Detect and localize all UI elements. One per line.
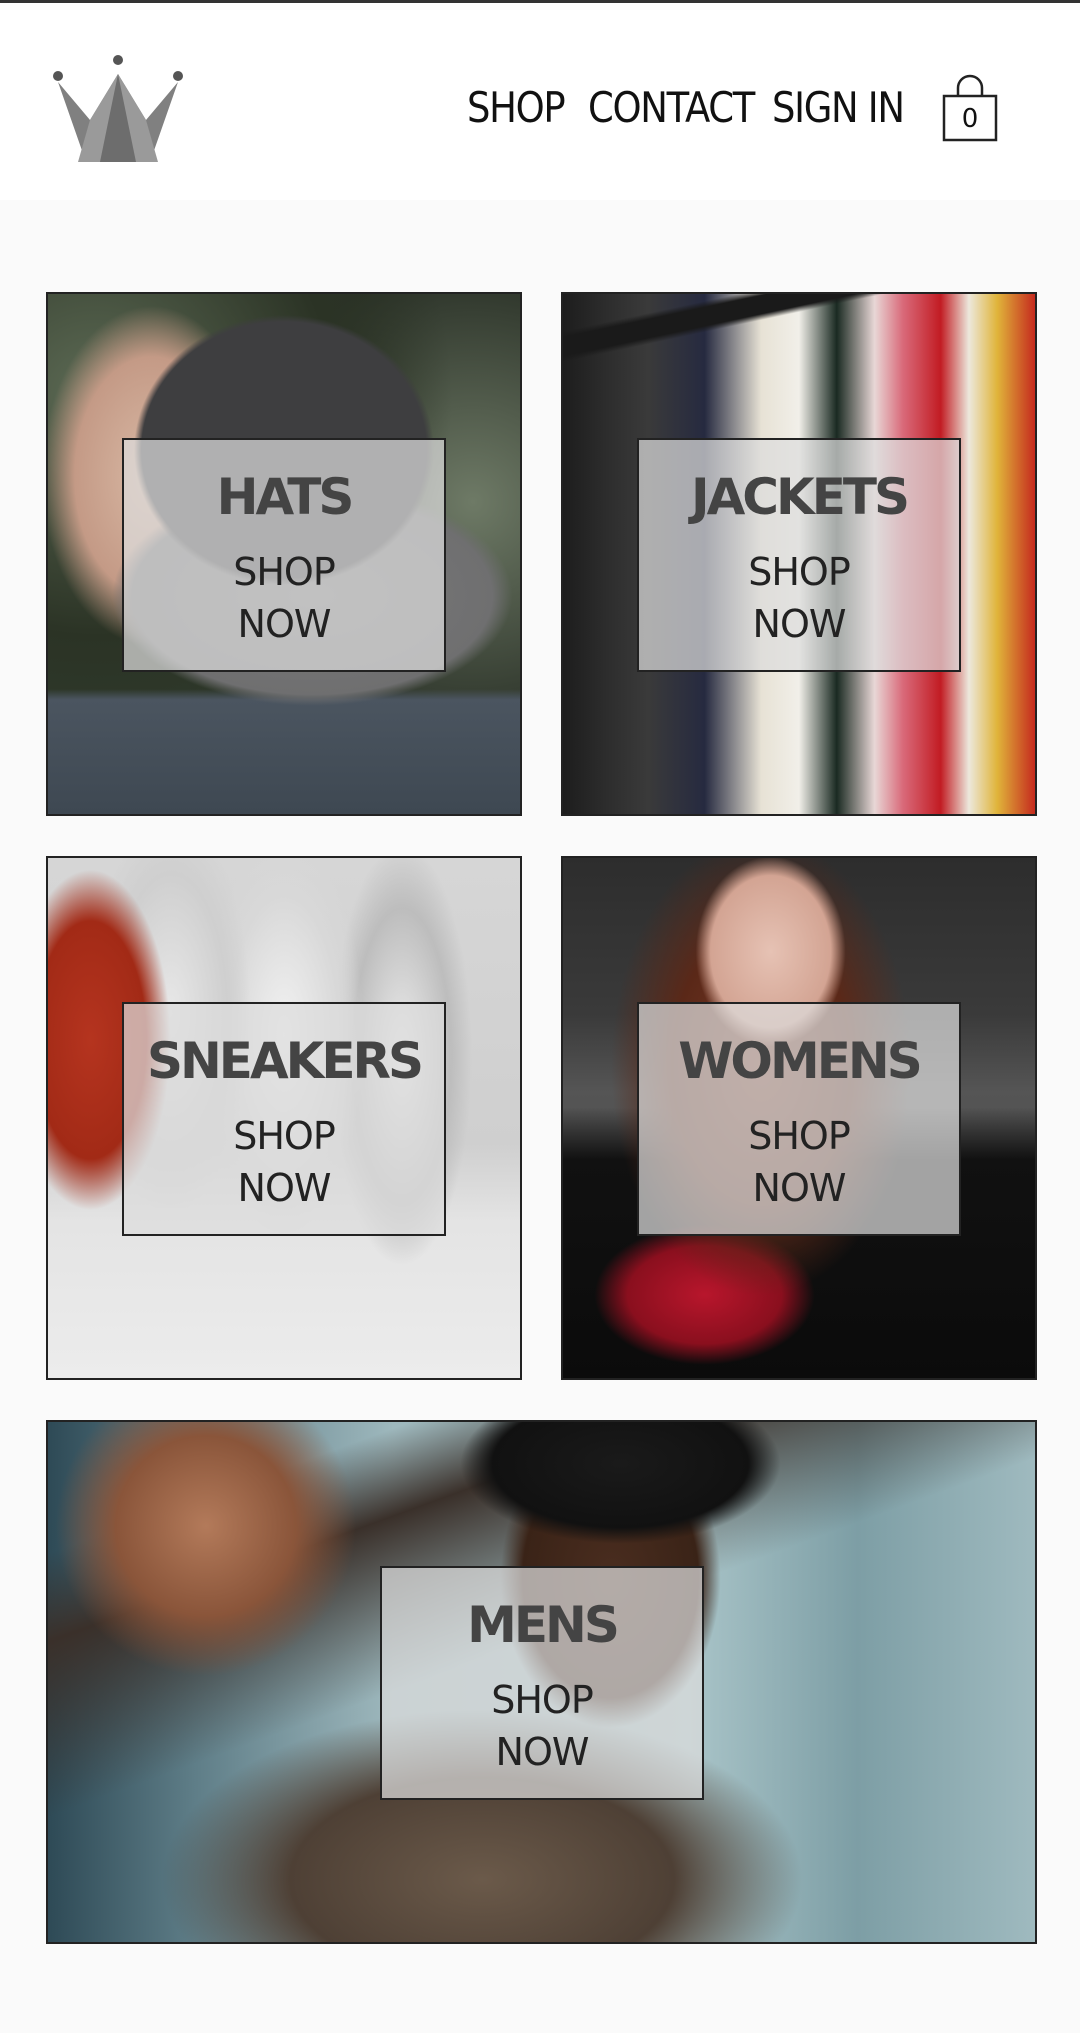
shop-now-line-2: NOW xyxy=(237,602,332,646)
category-title: MENS xyxy=(467,1596,620,1654)
category-tile-mens[interactable]: MENS SHOP NOW xyxy=(46,1420,1037,1944)
shop-now-line-1: SHOP xyxy=(233,550,336,594)
shop-now-line-2: NOW xyxy=(752,1166,847,1210)
crown-logo[interactable] xyxy=(50,52,186,162)
shop-now-line-1: SHOP xyxy=(491,1678,594,1722)
category-title: SNEAKERS xyxy=(146,1032,424,1090)
shop-now-line-2: NOW xyxy=(495,1730,590,1774)
category-card-mens: MENS SHOP NOW xyxy=(380,1566,704,1800)
shop-now-label[interactable]: SHOP NOW xyxy=(639,546,959,650)
cart-button[interactable]: 0 xyxy=(940,74,1000,142)
category-card-sneakers: SNEAKERS SHOP NOW xyxy=(122,1002,446,1236)
nav-shop-link[interactable]: SHOP xyxy=(467,80,566,136)
crown-icon xyxy=(53,55,183,162)
shop-now-label[interactable]: SHOP NOW xyxy=(124,1110,444,1214)
category-tile-hats[interactable]: HATS SHOP NOW xyxy=(46,292,522,816)
top-border xyxy=(0,0,1080,3)
category-card-jackets: JACKETS SHOP NOW xyxy=(637,438,961,672)
category-tile-jackets[interactable]: JACKETS SHOP NOW xyxy=(561,292,1037,816)
category-tile-sneakers[interactable]: SNEAKERS SHOP NOW xyxy=(46,856,522,1380)
category-card-hats: HATS SHOP NOW xyxy=(122,438,446,672)
nav-sign-in-link[interactable]: SIGN IN xyxy=(772,80,905,136)
shop-now-line-2: NOW xyxy=(237,1166,332,1210)
category-title: HATS xyxy=(216,468,355,526)
cart-count: 0 xyxy=(961,104,979,134)
category-title: WOMENS xyxy=(678,1032,922,1090)
shop-now-label[interactable]: SHOP NOW xyxy=(639,1110,959,1214)
category-card-womens: WOMENS SHOP NOW xyxy=(637,1002,961,1236)
shop-now-line-1: SHOP xyxy=(233,1114,336,1158)
shop-now-label[interactable]: SHOP NOW xyxy=(382,1674,702,1778)
category-tile-womens[interactable]: WOMENS SHOP NOW xyxy=(561,856,1037,1380)
shop-now-label[interactable]: SHOP NOW xyxy=(124,546,444,650)
shop-now-line-1: SHOP xyxy=(748,1114,851,1158)
shop-now-line-2: NOW xyxy=(752,602,847,646)
nav-contact-link[interactable]: CONTACT xyxy=(588,80,755,136)
shop-now-line-1: SHOP xyxy=(748,550,851,594)
category-title: JACKETS xyxy=(690,468,910,526)
